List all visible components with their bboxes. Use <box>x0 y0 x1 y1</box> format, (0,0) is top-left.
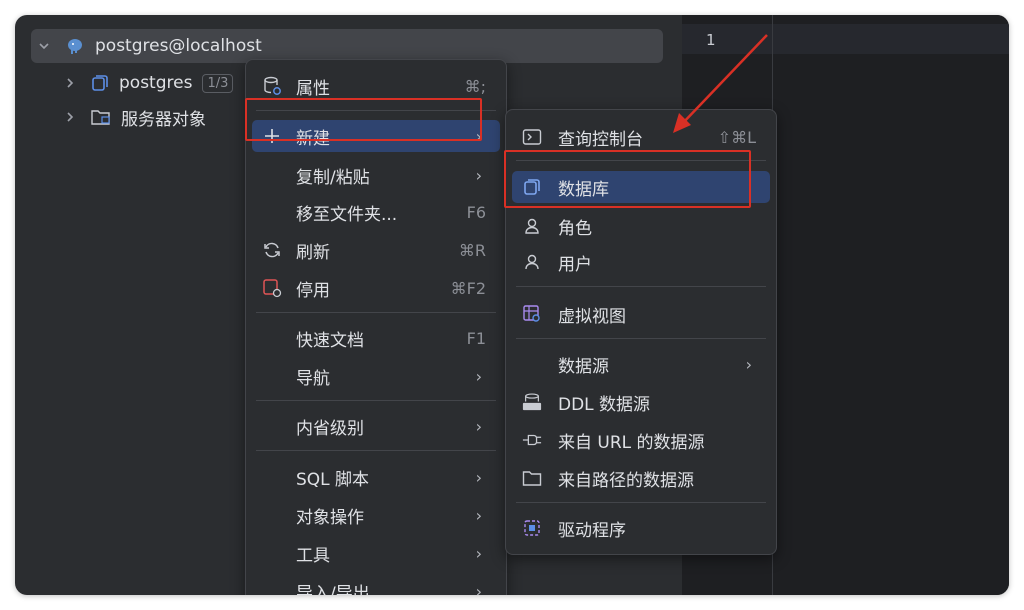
menu-item-tools[interactable]: 工具 › <box>252 537 500 569</box>
chevron-right-icon: › <box>475 581 482 596</box>
postgresql-elephant-icon <box>65 36 85 56</box>
driver-icon <box>522 518 542 538</box>
folder-icon <box>522 468 542 488</box>
submenu-item-data-source[interactable]: 数据源 › <box>512 348 770 380</box>
database-settings-icon <box>262 76 282 96</box>
ide-window: 1 postgres@localhost postgres 1/3 服务器对象 … <box>15 15 1009 595</box>
virtual-view-icon <box>522 304 542 324</box>
role-icon <box>522 216 542 236</box>
server-folder-icon <box>91 108 111 126</box>
submenu-item-role[interactable]: 角色 <box>512 210 770 242</box>
ddl-icon <box>522 392 542 412</box>
chevron-down-icon[interactable] <box>37 39 51 53</box>
submenu-item-driver[interactable]: 驱动程序 <box>512 512 770 544</box>
tree-item-label: postgres <box>119 73 193 93</box>
menu-item-deactivate[interactable]: 停用 ⌘F2 <box>252 272 500 304</box>
menu-item-refresh[interactable]: 刷新 ⌘R <box>252 234 500 266</box>
submenu-item-ddl-data-source[interactable]: DDL 数据源 <box>512 386 770 418</box>
menu-item-move-to-folder[interactable]: 移至文件夹... F6 <box>252 196 500 228</box>
menu-item-object-actions[interactable]: 对象操作 › <box>252 499 500 531</box>
chevron-right-icon: › <box>745 354 752 374</box>
chevron-right-icon: › <box>475 467 482 487</box>
submenu-item-url-data-source[interactable]: 来自 URL 的数据源 <box>512 424 770 456</box>
menu-separator <box>256 312 496 313</box>
menu-item-copy-paste[interactable]: 复制/粘贴 › <box>252 159 500 191</box>
plug-icon <box>522 430 542 450</box>
annotation-box-database <box>504 150 751 208</box>
console-icon <box>522 127 542 147</box>
menu-separator <box>516 286 766 287</box>
annotation-box-new <box>245 98 482 141</box>
annotation-arrow <box>673 34 768 133</box>
database-icon <box>91 74 109 92</box>
menu-separator <box>256 450 496 451</box>
submenu-item-user[interactable]: 用户 <box>512 246 770 278</box>
chevron-right-icon: › <box>475 366 482 386</box>
chevron-right-icon: › <box>475 416 482 436</box>
menu-item-quick-doc[interactable]: 快速文档 F1 <box>252 322 500 354</box>
menu-item-import-export[interactable]: 导入/导出 › <box>252 575 500 596</box>
refresh-icon <box>262 240 282 260</box>
menu-separator <box>516 502 766 503</box>
menu-separator <box>516 338 766 339</box>
chevron-right-icon[interactable] <box>63 76 77 90</box>
chevron-right-icon: › <box>475 505 482 525</box>
tree-root-label: postgres@localhost <box>95 36 262 56</box>
tree-root-postgres-localhost[interactable]: postgres@localhost <box>31 29 663 63</box>
chevron-right-icon: › <box>475 543 482 563</box>
count-badge: 1/3 <box>202 73 234 93</box>
chevron-right-icon[interactable] <box>63 110 77 124</box>
menu-item-navigate[interactable]: 导航 › <box>252 360 500 392</box>
menu-item-sql-scripts[interactable]: SQL 脚本 › <box>252 461 500 493</box>
menu-item-introspection-level[interactable]: 内省级别 › <box>252 410 500 442</box>
submenu-item-path-data-source[interactable]: 来自路径的数据源 <box>512 462 770 494</box>
tree-item-postgres[interactable]: postgres 1/3 <box>63 71 234 95</box>
tree-item-server-objects[interactable]: 服务器对象 <box>63 105 206 130</box>
user-icon <box>522 252 542 272</box>
deactivate-icon <box>262 278 282 298</box>
menu-separator <box>256 400 496 401</box>
submenu-item-virtual-view[interactable]: 虚拟视图 <box>512 298 770 330</box>
chevron-right-icon: › <box>475 165 482 185</box>
tree-item-label: 服务器对象 <box>121 109 206 130</box>
